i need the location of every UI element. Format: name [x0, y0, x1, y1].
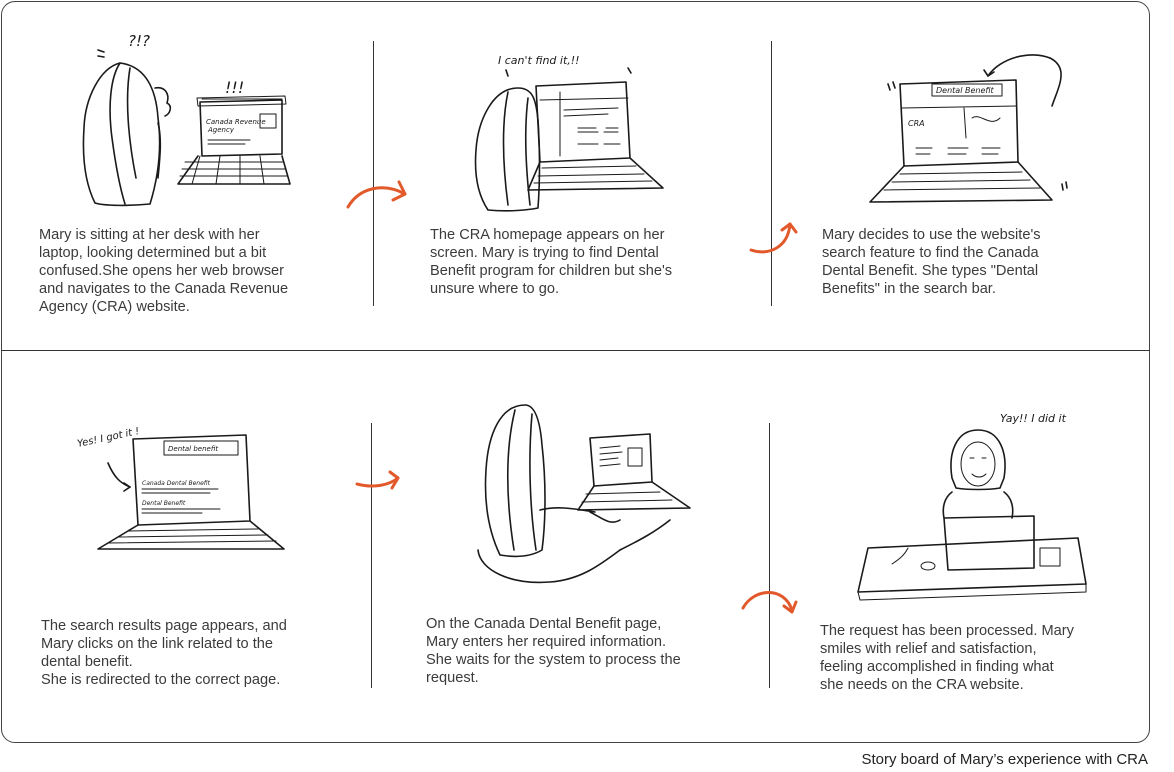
panel-1-text-2: !!!	[225, 78, 244, 97]
panel-4-result-text-1: Canada Dental Benefit	[142, 480, 211, 487]
column-divider	[771, 41, 772, 306]
panel-3-search-text: Dental Benefit	[936, 86, 995, 95]
panel-1-caption: Mary is sitting at her desk with her lap…	[39, 227, 289, 315]
panel-4-caption: The search results page appears, and Mar…	[41, 618, 287, 688]
storyboard-footer: Story board of Mary’s experience with CR…	[861, 751, 1148, 768]
panel-6-text-1: Yay!! I did it	[1000, 412, 1067, 425]
panel-1-text-3: Canada Revenue	[206, 118, 266, 126]
panel-4-text-1: Yes! I got it !	[76, 426, 140, 450]
panel-4-search-text: Dental benefit	[168, 445, 218, 453]
panel-5-caption: On the Canada Dental Benefit page, Mary …	[426, 616, 681, 686]
panel-1-text-4: Agency	[207, 126, 235, 134]
panel-5-illustration	[477, 404, 691, 584]
panel-6-illustration: Yay!! I did it	[857, 412, 1087, 601]
panel-3-illustration: Dental Benefit CRA	[869, 54, 1068, 203]
panel-2-text-1: I can't find it,!!	[498, 54, 580, 67]
panel-2-illustration: I can't find it,!!	[474, 54, 664, 212]
arrow-panel-1-to-2	[346, 180, 407, 209]
panel-1-text-1: ?!?	[128, 32, 150, 50]
panel-4-illustration: Yes! I got it ! Dental benefit Canada De…	[76, 426, 285, 550]
column-divider	[769, 423, 770, 688]
panel-3-caption: Mary decides to use the website's search…	[822, 227, 1041, 297]
panel-2-caption: The CRA homepage appears on her screen. …	[430, 227, 673, 297]
arrow-panel-4-to-5	[355, 470, 400, 490]
arrow-panel-5-to-6	[741, 591, 798, 614]
panel-3-cra-text: CRA	[908, 119, 925, 128]
panel-1-illustration: ?!? !!! Canada Revenue Agency	[82, 32, 291, 207]
column-divider	[371, 423, 372, 688]
panel-4-result-text-2: Dental Benefit	[142, 500, 186, 507]
panel-6-caption: The request has been processed. Mary smi…	[820, 623, 1074, 693]
row-divider	[1, 350, 1150, 351]
arrow-panel-2-to-3	[749, 222, 798, 254]
